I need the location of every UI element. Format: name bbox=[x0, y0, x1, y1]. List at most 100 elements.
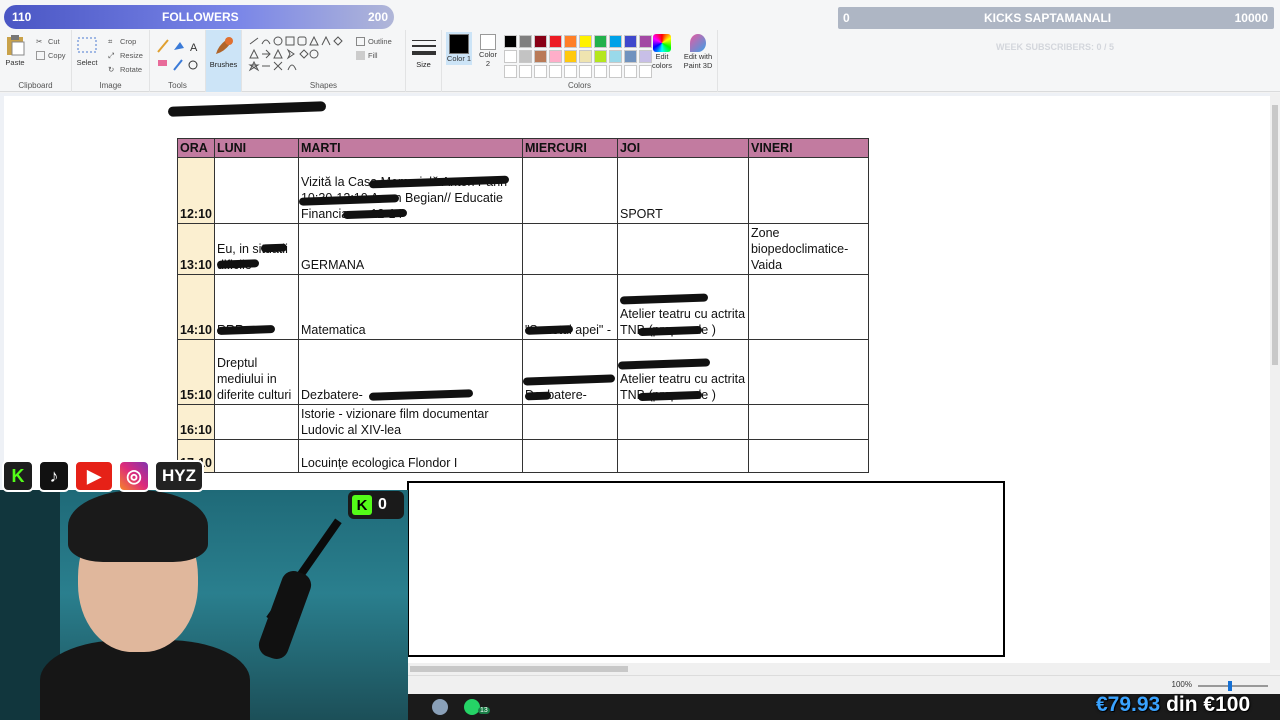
color-swatch[interactable] bbox=[534, 50, 547, 63]
cell-vineri: Zone biopedoclimatice-Vaida bbox=[747, 223, 869, 275]
paint3d-icon bbox=[690, 34, 706, 52]
brushes-button[interactable]: Brushes bbox=[206, 30, 242, 92]
cell-miercuri bbox=[521, 404, 618, 440]
header-joi: JOI bbox=[616, 138, 749, 158]
cell-joi: Atelier teatru cu actrita TNB (propus de… bbox=[616, 339, 749, 405]
cut-button[interactable]: ✂ Cut bbox=[36, 36, 60, 47]
fill-icon bbox=[356, 51, 365, 60]
edit-colors-button[interactable]: Edit colors bbox=[648, 34, 676, 70]
size-button[interactable]: Size bbox=[406, 30, 442, 92]
kicks-goal-bar: 0 KICKS SAPTAMANALI 10000 bbox=[838, 7, 1274, 29]
cell-vineri bbox=[747, 157, 869, 224]
cell-miercuri: "Sunetul apei" - bbox=[521, 274, 618, 340]
shapes-gallery[interactable] bbox=[248, 36, 352, 74]
select-button[interactable]: Select bbox=[76, 34, 98, 67]
svg-text:A: A bbox=[190, 42, 198, 54]
table-row: 14:10 RRR - Matematica "Sunetul apei" - … bbox=[177, 274, 869, 340]
vertical-scrollbar[interactable] bbox=[1270, 93, 1280, 670]
color1-button[interactable]: Color 1 bbox=[446, 32, 472, 65]
cell-miercuri bbox=[521, 439, 618, 473]
zoom-slider[interactable] bbox=[1198, 681, 1268, 691]
outline-dropdown[interactable]: Outline bbox=[356, 36, 392, 47]
tools-icons[interactable]: A bbox=[156, 38, 202, 74]
vertical-scroll-thumb[interactable] bbox=[1272, 105, 1278, 365]
colors-label: Colors bbox=[567, 81, 592, 90]
resize-button[interactable]: ⤢ Resize bbox=[108, 50, 143, 61]
table-row: 16:10 Istorie - vizionare film documenta… bbox=[177, 404, 869, 440]
social-icons: K ♪ ▶ ◎ HYZ bbox=[2, 460, 204, 492]
color-swatch[interactable] bbox=[624, 35, 637, 48]
horizontal-scrollbar[interactable] bbox=[408, 663, 1270, 675]
color-swatch[interactable] bbox=[579, 50, 592, 63]
color-swatch[interactable] bbox=[594, 65, 607, 78]
kick-icon: K bbox=[2, 460, 34, 492]
color-swatch[interactable] bbox=[504, 50, 517, 63]
microphone bbox=[255, 567, 315, 663]
youtube-icon: ▶ bbox=[74, 460, 114, 492]
cell-marti: GERMANA bbox=[297, 223, 523, 275]
cell-vineri bbox=[747, 404, 869, 440]
app-taskbar-icon[interactable] bbox=[432, 699, 448, 715]
shapes-label: Shapes bbox=[309, 81, 338, 90]
color-swatch[interactable] bbox=[534, 35, 547, 48]
image-group: Select ⌗ Crop ⤢ Resize ↻ Rotate Image bbox=[72, 30, 150, 92]
color-swatch[interactable] bbox=[504, 35, 517, 48]
clipboard-group: Paste ✂ Cut Copy Clipboard bbox=[0, 30, 72, 92]
color-swatch[interactable] bbox=[549, 65, 562, 78]
color-swatch[interactable] bbox=[564, 50, 577, 63]
paste-icon bbox=[7, 35, 25, 56]
header-miercuri: MIERCURI bbox=[521, 138, 618, 158]
color-swatch[interactable] bbox=[609, 35, 622, 48]
color2-swatch bbox=[480, 34, 496, 50]
tools-label: Tools bbox=[168, 81, 187, 90]
color-swatch[interactable] bbox=[609, 65, 622, 78]
color-swatch[interactable] bbox=[624, 65, 637, 78]
color-swatch[interactable] bbox=[624, 50, 637, 63]
kick-logo-icon: K bbox=[352, 495, 372, 515]
color-swatch[interactable] bbox=[564, 35, 577, 48]
zoom-slider-knob[interactable] bbox=[1228, 681, 1232, 691]
color-swatch[interactable] bbox=[594, 50, 607, 63]
rotate-button[interactable]: ↻ Rotate bbox=[108, 64, 142, 75]
color-swatch[interactable] bbox=[579, 65, 592, 78]
tools-group: A Tools bbox=[150, 30, 206, 92]
color-swatch[interactable] bbox=[519, 65, 532, 78]
fill-dropdown[interactable]: Fill bbox=[356, 50, 378, 61]
color-swatch[interactable] bbox=[519, 35, 532, 48]
schedule-table: ORA LUNI MARTI MIERCURI JOI VINERI 12:10… bbox=[177, 138, 869, 473]
cell-vineri bbox=[747, 339, 869, 405]
resize-icon: ⤢ bbox=[108, 51, 114, 60]
whatsapp-icon[interactable] bbox=[464, 699, 480, 715]
color-swatch[interactable] bbox=[609, 50, 622, 63]
cell-vineri bbox=[747, 274, 869, 340]
cell-joi bbox=[616, 223, 749, 275]
week-subscribers: WEEK SUBSCRIBERS: 0 / 5 bbox=[996, 42, 1115, 52]
horizontal-scroll-thumb[interactable] bbox=[410, 666, 628, 672]
blank-overlay-box bbox=[407, 481, 1005, 657]
donation-goal: €79.93 din €100 bbox=[1096, 693, 1251, 716]
edit-paint3d-button[interactable]: Edit with Paint 3D bbox=[680, 34, 716, 70]
followers-goal-bar: 110 FOLLOWERS 200 bbox=[4, 5, 394, 29]
rainbow-icon bbox=[653, 34, 671, 52]
color-swatch[interactable] bbox=[519, 50, 532, 63]
color-swatch[interactable] bbox=[549, 50, 562, 63]
color-swatch[interactable] bbox=[594, 35, 607, 48]
cell-marti: Istorie - vizionare film documentar Ludo… bbox=[297, 404, 523, 440]
header-luni: LUNI bbox=[213, 138, 299, 158]
colors-group: Color 1 Color 2 Edit colors Edit with Pa… bbox=[442, 30, 718, 92]
color-swatch[interactable] bbox=[549, 35, 562, 48]
color-swatch[interactable] bbox=[534, 65, 547, 78]
paste-button[interactable]: Paste bbox=[4, 34, 26, 67]
size-icon bbox=[412, 40, 436, 55]
redaction-scribble bbox=[260, 243, 288, 253]
whatsapp-badge: 13 bbox=[478, 707, 490, 714]
color2-button[interactable]: Color 2 bbox=[476, 34, 500, 68]
crop-icon: ⌗ bbox=[108, 37, 113, 46]
color-swatch[interactable] bbox=[579, 35, 592, 48]
crop-button[interactable]: ⌗ Crop bbox=[108, 36, 136, 47]
color-swatch[interactable] bbox=[504, 65, 517, 78]
cell-marti: Matematica bbox=[297, 274, 523, 340]
cell-luni bbox=[213, 404, 299, 440]
color-swatch[interactable] bbox=[564, 65, 577, 78]
copy-button[interactable]: Copy bbox=[36, 50, 66, 61]
